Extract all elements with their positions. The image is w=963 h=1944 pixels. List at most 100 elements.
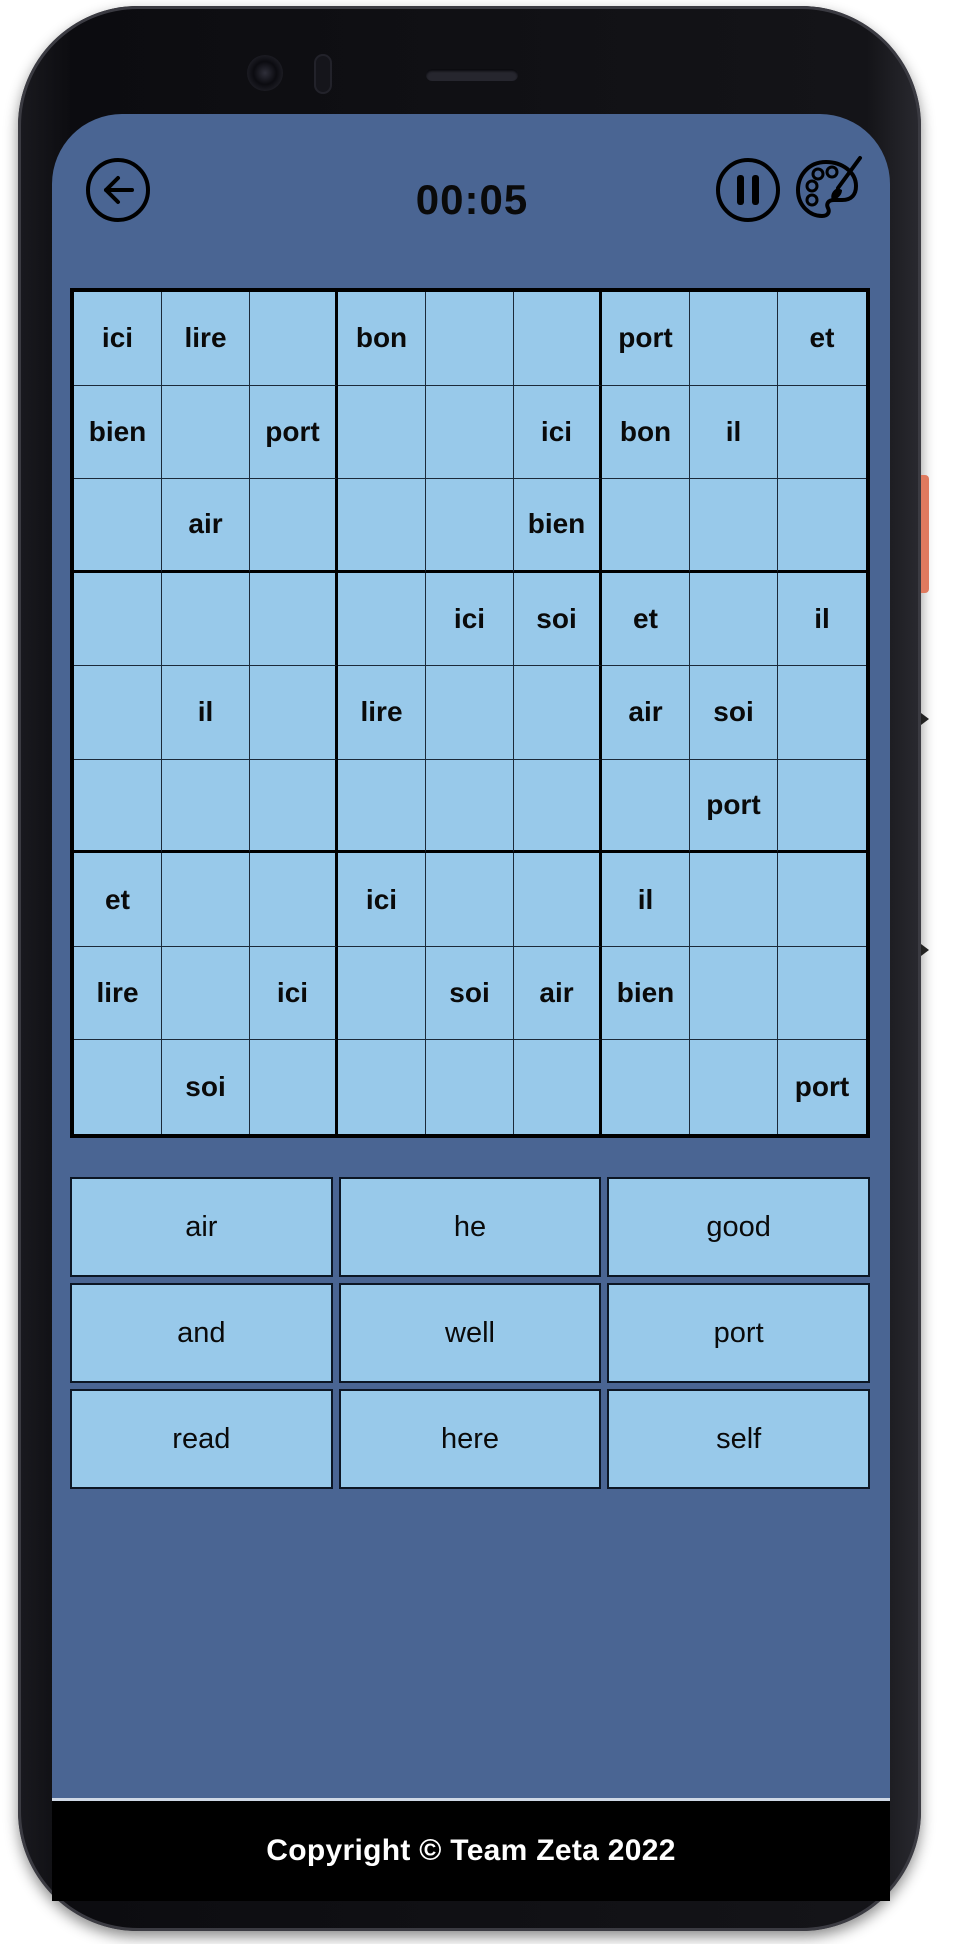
board-cell[interactable]: lire [338, 666, 426, 760]
board-cell[interactable] [602, 479, 690, 573]
board-cell[interactable] [74, 1040, 162, 1134]
board-cell[interactable]: bon [338, 292, 426, 386]
choice-button[interactable]: self [607, 1389, 870, 1489]
power-button [921, 475, 929, 593]
board-cell[interactable] [426, 292, 514, 386]
board-cell[interactable] [74, 666, 162, 760]
board-cell[interactable]: il [602, 853, 690, 947]
board-cell[interactable] [250, 853, 338, 947]
board-cell[interactable]: lire [162, 292, 250, 386]
board-cell[interactable]: air [162, 479, 250, 573]
board-cell[interactable] [338, 385, 426, 480]
board-cell[interactable]: soi [162, 1040, 250, 1134]
board-cell[interactable] [778, 385, 866, 480]
board-cell[interactable]: bon [602, 385, 690, 480]
choice-button[interactable]: well [338, 1283, 602, 1383]
volume-tick [921, 713, 929, 725]
board-cell[interactable]: air [514, 946, 602, 1041]
board-cell[interactable]: et [74, 853, 162, 947]
board-cell[interactable] [514, 1040, 602, 1134]
board-cell[interactable] [250, 759, 338, 854]
board-cell[interactable]: port [778, 1040, 866, 1134]
board-cell[interactable] [426, 853, 514, 947]
board-cell[interactable] [690, 853, 778, 947]
board-cell[interactable]: lire [74, 946, 162, 1041]
board-cell[interactable] [162, 385, 250, 480]
sudoku-board: ici lire bon port et bien port ici bon il air bien i… [70, 288, 870, 1138]
board-cell[interactable] [338, 572, 426, 667]
board-cell[interactable] [250, 1040, 338, 1134]
board-cell[interactable] [778, 946, 866, 1041]
theme-button[interactable] [792, 152, 864, 224]
choice-button[interactable]: here [338, 1389, 602, 1489]
board-cell[interactable] [514, 759, 602, 854]
board-cell[interactable]: il [778, 572, 866, 667]
board-cell[interactable] [338, 946, 426, 1041]
volume-tick [921, 944, 929, 956]
arrow-left-circle-icon [104, 176, 134, 204]
board-cell[interactable] [74, 572, 162, 667]
board-cell[interactable]: port [690, 759, 778, 854]
board-cell[interactable]: ici [514, 385, 602, 480]
board-cell[interactable] [690, 1040, 778, 1134]
pause-button[interactable] [716, 158, 780, 222]
board-cell[interactable] [690, 946, 778, 1041]
board-cell[interactable] [690, 572, 778, 667]
back-button[interactable] [86, 158, 150, 222]
board-cell[interactable] [74, 759, 162, 854]
board-cell[interactable] [690, 292, 778, 386]
board-cell[interactable] [778, 759, 866, 854]
choice-button[interactable]: good [607, 1177, 870, 1277]
board-cell[interactable]: port [250, 385, 338, 480]
board-cell[interactable]: soi [514, 572, 602, 667]
choice-button[interactable]: and [70, 1283, 333, 1383]
board-cell[interactable]: bien [514, 479, 602, 573]
choice-button[interactable]: he [338, 1177, 602, 1277]
board-cell[interactable]: bien [74, 385, 162, 480]
board-cell[interactable]: ici [250, 946, 338, 1041]
board-cell[interactable]: bien [602, 946, 690, 1041]
board-cell[interactable]: air [602, 666, 690, 760]
board-cell[interactable] [514, 292, 602, 386]
board-cell[interactable] [250, 479, 338, 573]
board-cell[interactable] [426, 479, 514, 573]
board-cell[interactable] [338, 479, 426, 573]
board-cell[interactable] [250, 572, 338, 667]
board-cell[interactable] [778, 479, 866, 573]
board-cell[interactable] [602, 1040, 690, 1134]
board-cell[interactable]: ici [74, 292, 162, 386]
board-cell[interactable] [162, 759, 250, 854]
board-cell[interactable] [514, 666, 602, 760]
board-cell[interactable] [426, 666, 514, 760]
board-cell[interactable]: ici [338, 853, 426, 947]
board-cell[interactable] [778, 666, 866, 760]
board-cell[interactable]: il [162, 666, 250, 760]
board-cell[interactable] [250, 666, 338, 760]
board-cell[interactable]: port [602, 292, 690, 386]
board-cell[interactable]: ici [426, 572, 514, 667]
board-cell[interactable] [602, 759, 690, 854]
board-cell[interactable]: et [778, 292, 866, 386]
board-cell[interactable]: soi [426, 946, 514, 1041]
board-cell[interactable] [162, 572, 250, 667]
board-cell[interactable] [426, 1040, 514, 1134]
board-cell[interactable] [74, 479, 162, 573]
choice-button[interactable]: air [70, 1177, 333, 1277]
choice-button[interactable]: port [607, 1283, 870, 1383]
front-camera [247, 55, 283, 91]
board-cell[interactable] [514, 853, 602, 947]
game-timer: 00:05 [415, 176, 529, 223]
board-cell[interactable] [426, 385, 514, 480]
choice-button[interactable]: read [70, 1389, 333, 1489]
board-cell[interactable] [690, 479, 778, 573]
board-cell[interactable] [426, 759, 514, 854]
board-cell[interactable]: et [602, 572, 690, 667]
board-cell[interactable] [338, 1040, 426, 1134]
board-cell[interactable]: soi [690, 666, 778, 760]
board-cell[interactable] [250, 292, 338, 386]
board-cell[interactable] [162, 853, 250, 947]
board-cell[interactable] [162, 946, 250, 1041]
board-cell[interactable] [778, 853, 866, 947]
board-cell[interactable]: il [690, 385, 778, 480]
board-cell[interactable] [338, 759, 426, 854]
